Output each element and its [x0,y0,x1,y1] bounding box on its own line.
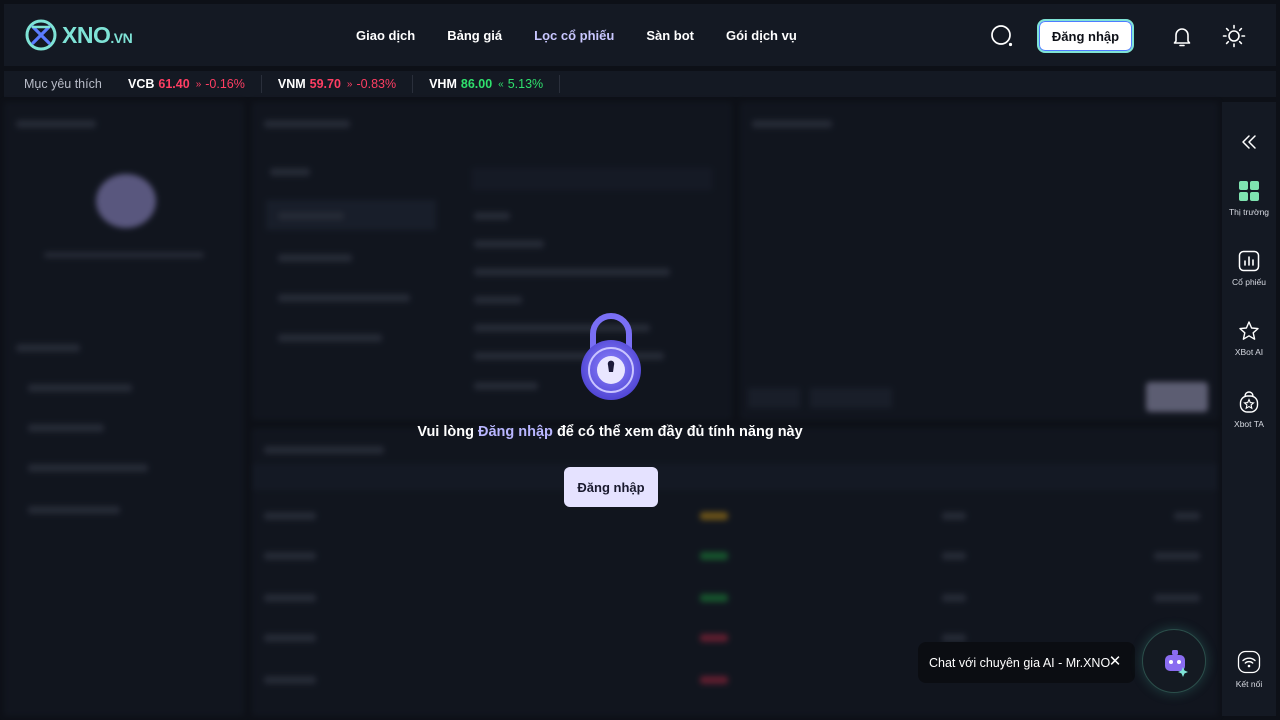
bot-ta-icon [1239,391,1259,413]
brand-logo[interactable]: XNO.VN [24,18,133,52]
top-header: XNO.VN Giao dịch Bảng giá Lọc cổ phiếu S… [4,4,1276,66]
collapse-chevrons-icon[interactable] [1241,134,1257,150]
overlay-login-button[interactable]: Đăng nhập [564,467,658,507]
search-icon[interactable] [990,24,1014,48]
sidebar-item-thi-truong[interactable]: Thị trường [1222,180,1276,217]
nav-giao-dich[interactable]: Giao dịch [356,28,415,43]
grid-icon [1239,181,1259,201]
double-chevron-up-icon: « [498,78,504,90]
lock-icon [581,313,641,400]
middle-panel-placeholder [252,102,732,420]
close-icon[interactable]: ✕ [1107,654,1123,670]
robot-icon [1165,650,1188,677]
header-login-button[interactable]: Đăng nhập [1037,19,1134,53]
double-chevron-down-icon: » [195,78,202,90]
favorites-ticker: Mục yêu thích VCB 61.40 » -0.16% VNM 59.… [4,71,1276,97]
nav-san-bot[interactable]: Sàn bot [646,28,694,43]
chart-icon [1238,250,1260,272]
nav-goi-dich-vu[interactable]: Gói dịch vụ [726,28,797,43]
right-panel-placeholder [740,102,1218,420]
right-sidebar: Thị trường Cổ phiếu XBot AI Xbot TA Kết … [1222,102,1276,716]
ticker-item-vhm[interactable]: VHM 86.00 « 5.13% [429,75,561,93]
wifi-icon [1237,650,1261,674]
sidebar-item-label: Kết nối [1235,679,1263,689]
sidebar-item-xbot-ai[interactable]: XBot AI [1222,320,1276,357]
login-link[interactable]: Đăng nhập [478,424,553,440]
ai-chat-prompt[interactable]: Chat với chuyên gia AI - Mr.XNO ✕ [918,642,1135,683]
login-required-message: Vui lòng Đăng nhập để có thể xem đầy đủ … [417,424,803,440]
sidebar-item-ket-noi[interactable]: Kết nối [1222,650,1276,689]
ticker-item-vnm[interactable]: VNM 59.70 » -0.83% [278,75,414,93]
sidebar-item-label: Cổ phiếu [1231,277,1267,287]
double-chevron-down-icon: » [346,78,353,90]
nav-bang-gia[interactable]: Bảng giá [447,28,502,43]
sidebar-item-label: Xbot TA [1234,419,1264,429]
nav-loc-co-phieu[interactable]: Lọc cổ phiếu [534,28,614,43]
sidebar-item-xbot-ta[interactable]: Xbot TA [1222,390,1276,429]
sidebar-item-co-phieu[interactable]: Cổ phiếu [1222,250,1276,287]
sun-icon[interactable] [1222,24,1246,48]
favorites-label: Mục yêu thích [24,77,102,91]
sidebar-item-label: XBot AI [1234,347,1264,357]
brand-suffix: .VN [110,29,133,46]
bell-icon[interactable] [1170,24,1194,48]
star-icon [1239,321,1259,340]
brand-name: XNO [62,21,111,48]
logo-mark-icon [25,19,57,51]
left-panel-placeholder [4,102,244,716]
sidebar-item-label: Thị trường [1228,207,1270,217]
ai-bot-button[interactable] [1142,629,1206,693]
ticker-item-vcb[interactable]: VCB 61.40 » -0.16% [128,75,262,93]
chat-label: Chat với chuyên gia AI - Mr.XNO [929,655,1111,670]
blurred-locked-content [4,102,1218,716]
main-nav: Giao dịch Bảng giá Lọc cổ phiếu Sàn bot … [356,4,829,66]
